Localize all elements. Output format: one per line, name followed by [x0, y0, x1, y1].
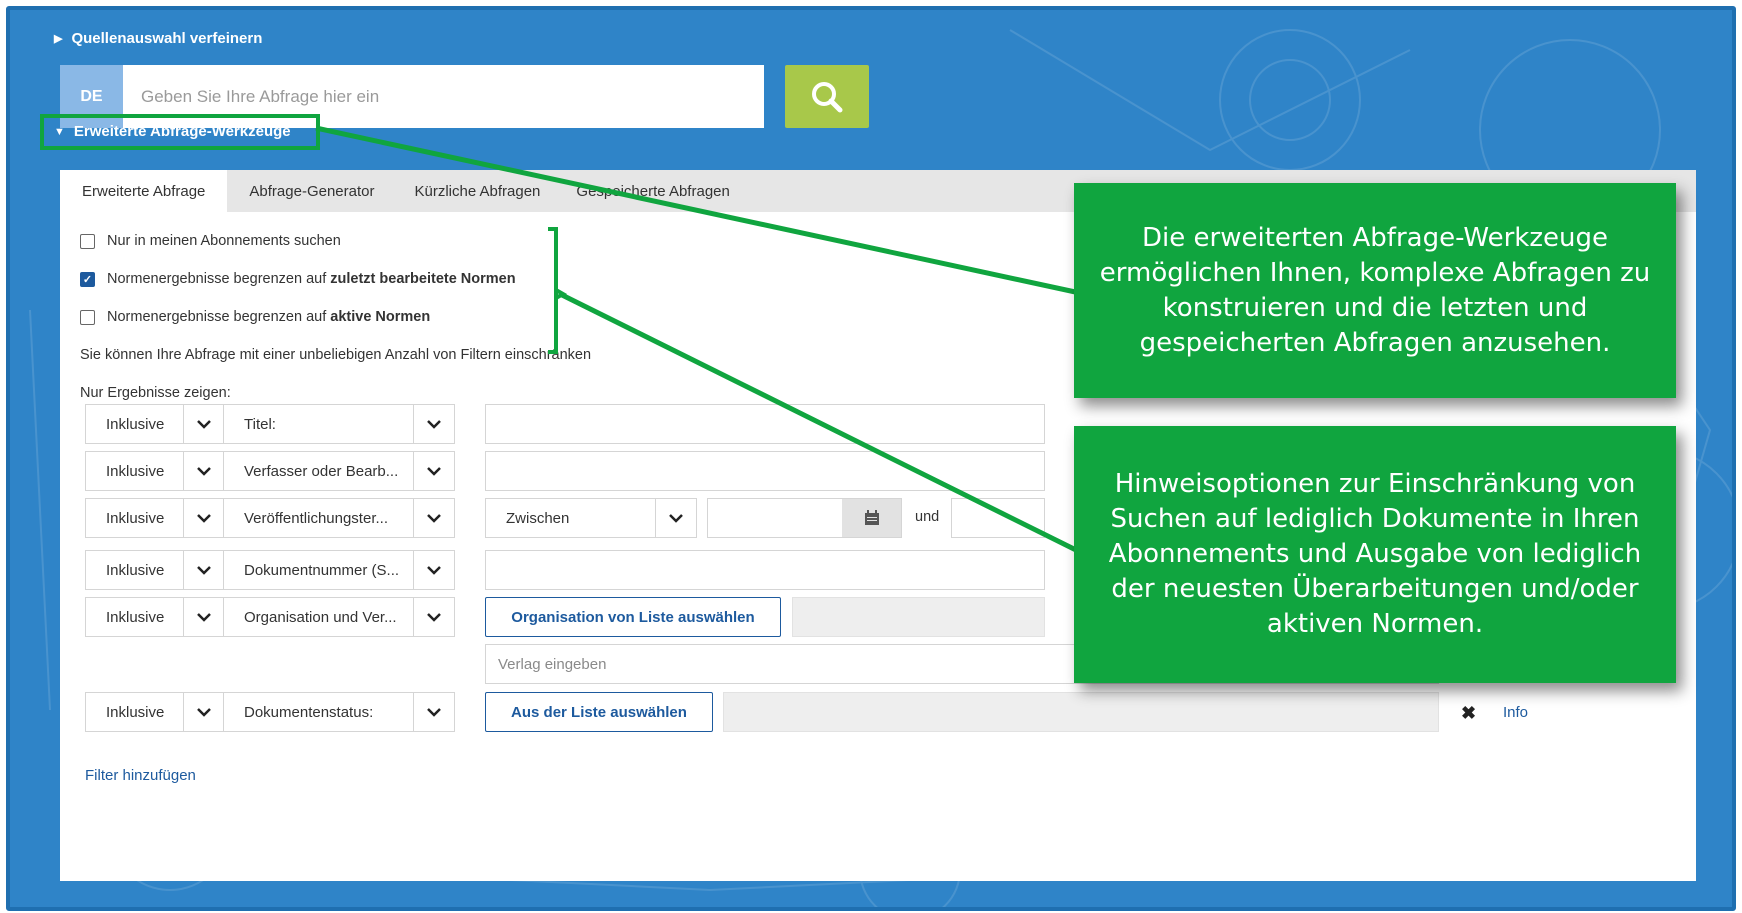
- page-frame: ▶ Quellenauswahl verfeinern DE ▼ Erweite…: [6, 6, 1736, 911]
- callout-search-options: Hinweisoptionen zur Einschränkung von Su…: [1074, 426, 1676, 683]
- callout-advanced-tools: Die erweiterten Abfrage-Werkzeuge ermögl…: [1074, 183, 1676, 398]
